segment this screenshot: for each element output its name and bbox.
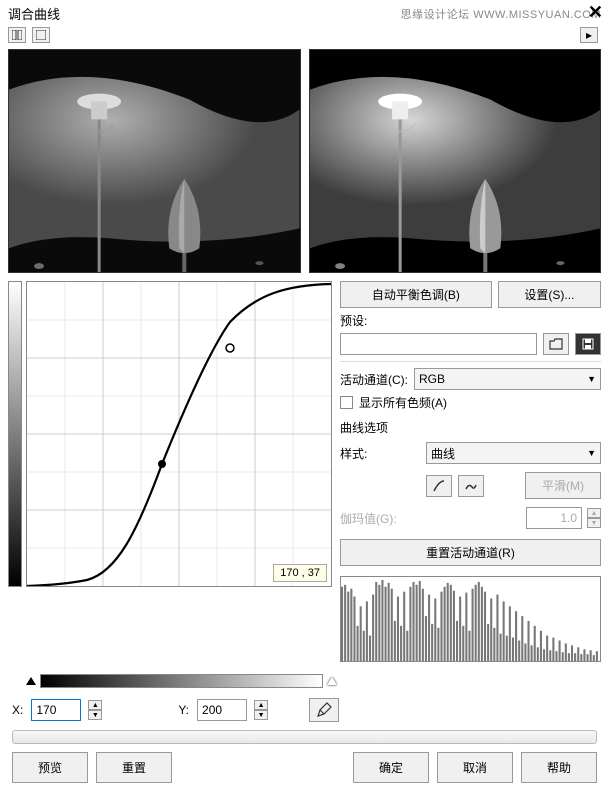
style-select[interactable]: 曲线▼ [426,442,601,464]
watermark-text: 思缘设计论坛 WWW.MISSYUAN.COM [401,6,601,22]
y-up[interactable]: ▲ [254,700,268,710]
x-input[interactable] [31,699,81,721]
help-button[interactable]: 帮助 [521,752,597,783]
x-down[interactable]: ▼ [88,710,102,720]
layout-single-button[interactable] [32,27,50,43]
preview-button[interactable]: 预览 [12,752,88,783]
horizontal-gradient[interactable] [40,674,323,688]
y-down[interactable]: ▼ [254,710,268,720]
progress-bar [12,730,597,744]
freehand-mode-button[interactable] [458,475,484,497]
vertical-gradient [8,281,22,587]
settings-button[interactable]: 设置(S)... [498,281,601,308]
save-preset-button[interactable] [575,333,601,355]
curve-tooltip: 170 , 37 [273,564,327,582]
channel-select[interactable]: RGB▼ [414,368,601,390]
preview-area [0,49,609,273]
window-title: 调合曲线 [8,4,60,23]
y-label: Y: [178,703,189,717]
histogram [340,576,601,662]
preset-label: 预设: [340,312,601,329]
gamma-label: 伽玛值(G): [340,510,420,527]
channel-label: 活动通道(C): [340,371,408,388]
reset-channel-button[interactable]: 重置活动通道(R) [340,539,601,566]
show-all-channels-label: 显示所有色频(A) [359,394,447,411]
auto-balance-button[interactable]: 自动平衡色调(B) [340,281,492,308]
close-icon[interactable]: ✕ [588,2,603,23]
black-point-slider[interactable] [26,677,36,685]
menu-arrow-button[interactable]: ▸ [580,27,598,43]
preview-before[interactable] [8,49,301,273]
style-label: 样式: [340,445,420,462]
x-label: X: [12,703,23,717]
show-all-channels-checkbox[interactable] [340,396,353,409]
preview-after[interactable] [309,49,602,273]
white-point-slider[interactable] [327,677,337,685]
cancel-button[interactable]: 取消 [437,752,513,783]
preset-input[interactable] [340,333,537,355]
curve-mode-button[interactable] [426,475,452,497]
ok-button[interactable]: 确定 [353,752,429,783]
reset-button[interactable]: 重置 [96,752,172,783]
curve-options-label: 曲线选项 [340,419,601,436]
gamma-up: ▲ [587,508,601,518]
open-preset-button[interactable] [543,333,569,355]
y-input[interactable] [197,699,247,721]
gamma-input [526,507,582,529]
gamma-down: ▼ [587,518,601,528]
curve-editor[interactable]: 170 , 37 [26,281,332,587]
smooth-button: 平滑(M) [525,472,601,499]
x-up[interactable]: ▲ [88,700,102,710]
layout-dual-button[interactable] [8,27,26,43]
eyedropper-button[interactable] [309,698,339,722]
